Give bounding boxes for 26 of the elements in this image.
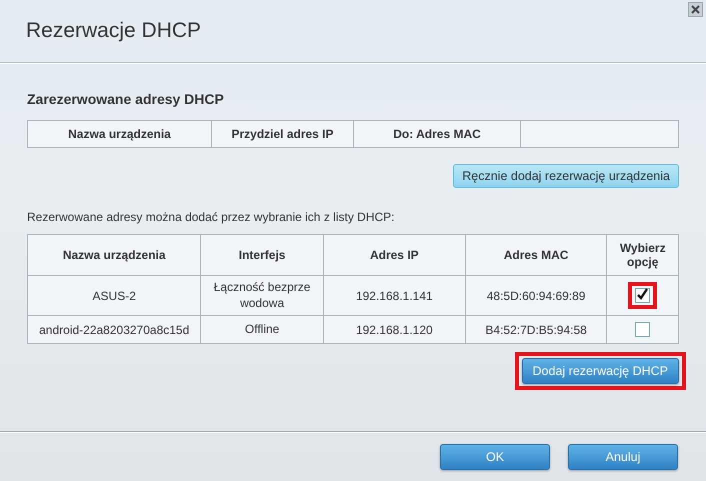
add-manually-button[interactable]: Ręcznie dodaj rezerwację urządzenia: [453, 164, 679, 188]
add-reservation-button[interactable]: Dodaj rezerwację DHCP: [522, 358, 679, 384]
column-header: Nazwa urządzenia: [28, 234, 201, 276]
table-cell: ASUS-2: [28, 276, 201, 316]
ok-button[interactable]: OK: [440, 444, 550, 470]
select-checkbox[interactable]: [635, 288, 650, 303]
table-cell: 48:5D:60:94:69:89: [465, 276, 607, 316]
table-cell: 192.168.1.141: [323, 276, 466, 316]
cancel-button[interactable]: Anuluj: [568, 444, 678, 470]
table-cell: Offline: [200, 316, 324, 344]
column-header: Wybierz opcję: [606, 234, 678, 276]
table-cell: 192.168.1.120: [323, 316, 466, 344]
column-header: Adres IP: [323, 234, 466, 276]
intro-text: Rezerwowane adresy można dodać przez wybranie ich z listy DHCP:: [27, 210, 396, 224]
column-header: Nazwa urządzenia: [28, 120, 212, 148]
table-cell: Łączność bezprzewodowa: [200, 276, 324, 316]
table-cell: android-22a8203270a8c15d: [28, 316, 201, 344]
close-icon[interactable]: [688, 2, 703, 17]
column-header: Do: Adres MAC: [354, 120, 520, 148]
select-checkbox[interactable]: [635, 322, 650, 337]
column-header: Przydziel adres IP: [212, 120, 354, 148]
section-heading: Zarezerwowane adresy DHCP: [27, 91, 225, 107]
column-header: Interfejs: [200, 234, 324, 276]
column-header: Adres MAC: [465, 234, 607, 276]
table-cell: B4:52:7D:B5:94:58: [465, 316, 607, 344]
dialog-title: Rezerwacje DHCP: [26, 19, 202, 43]
